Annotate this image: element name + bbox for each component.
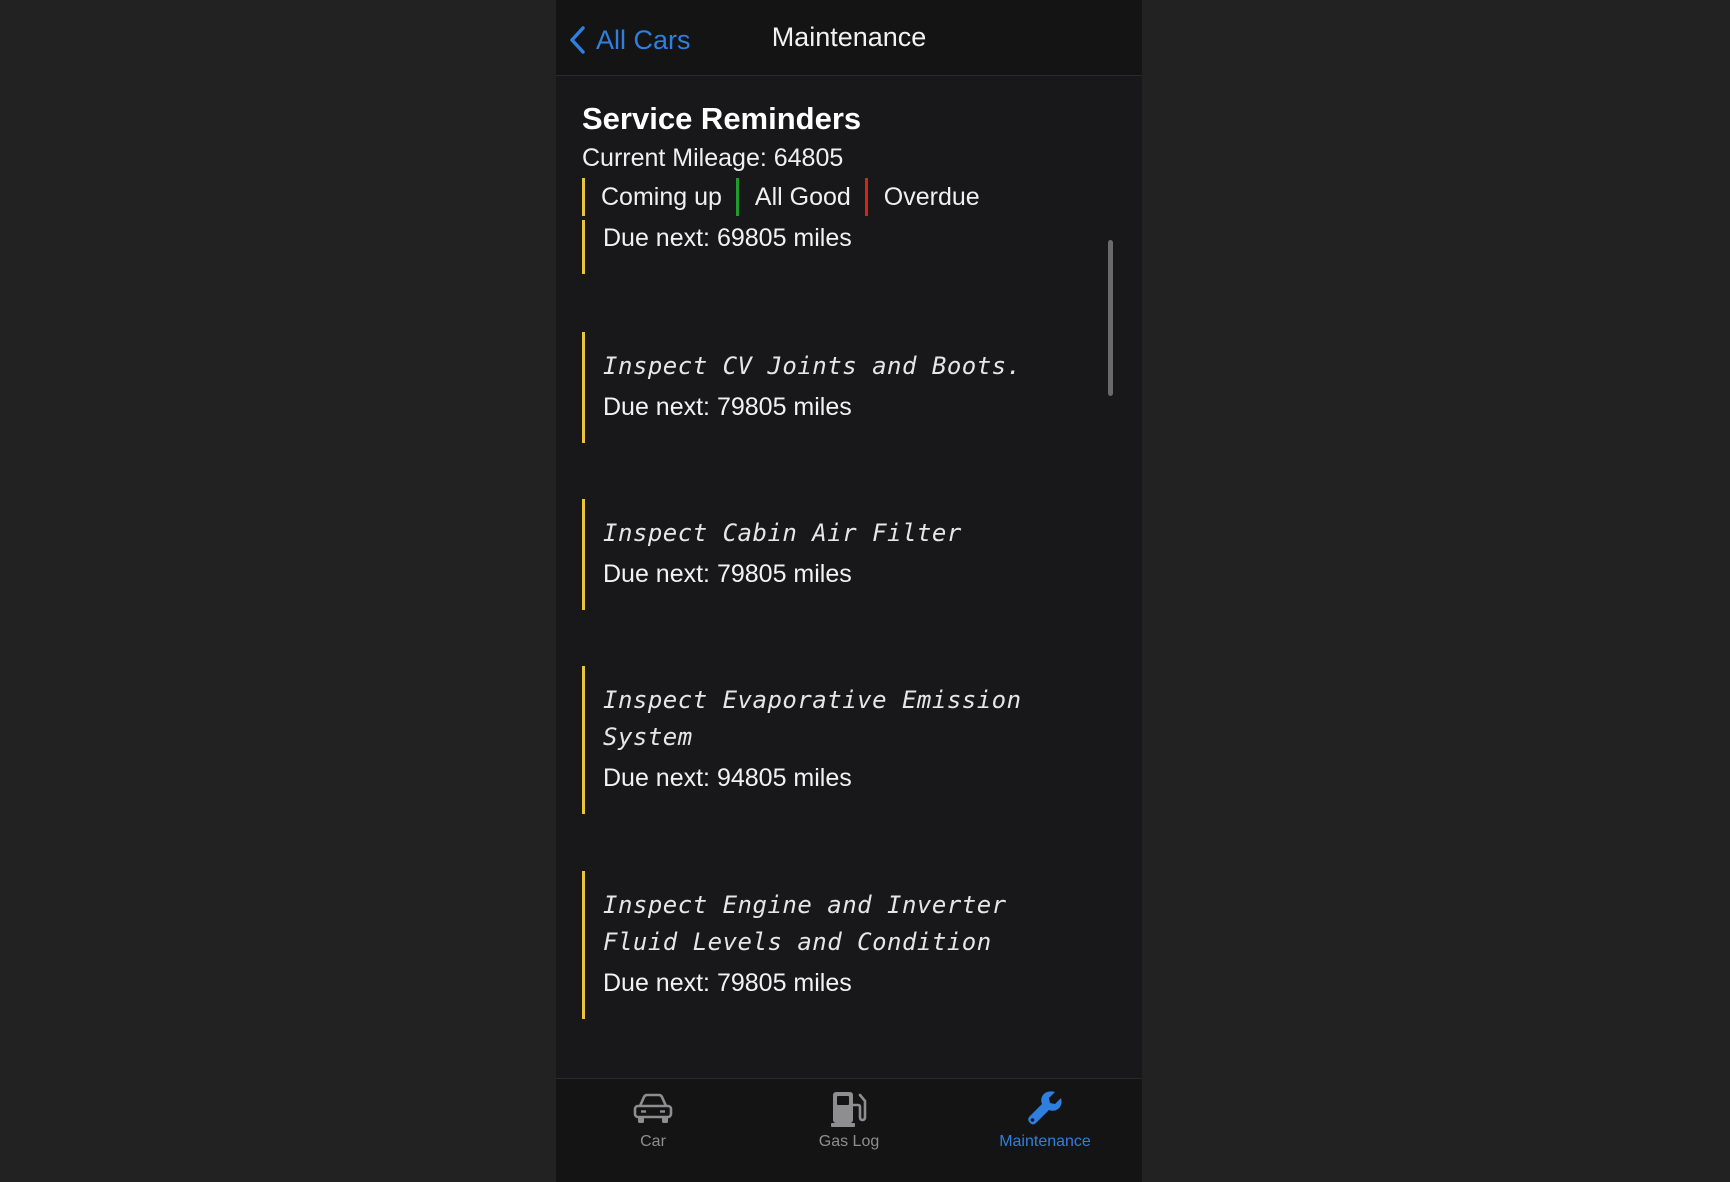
reminder-item[interactable]: Inspect CV Joints and Boots. Due next: 7… <box>582 332 1103 443</box>
reminder-list[interactable]: Due next: 69805 miles Inspect CV Joints … <box>582 220 1103 1070</box>
reminder-item[interactable]: Inspect Engine and Inverter Fluid Levels… <box>582 871 1073 1019</box>
legend-coming-up-swatch <box>582 178 585 216</box>
legend-coming-up-label: Coming up <box>601 182 722 211</box>
car-icon <box>578 1089 728 1129</box>
reminder-title: Inspect Evaporative Emission System <box>603 686 1022 751</box>
reminder-due: Due next: 79805 miles <box>603 560 852 588</box>
reminder-due: Due next: 79805 miles <box>603 969 852 997</box>
reminder-due: Due next: 79805 miles <box>603 393 852 421</box>
reminder-title: Inspect CV Joints and Boots. <box>603 352 1022 380</box>
fuel-pump-icon <box>774 1089 924 1129</box>
app-screen: All Cars Maintenance Service Reminders C… <box>556 0 1142 1182</box>
legend-overdue-swatch <box>864 178 868 216</box>
tab-gas-log[interactable]: Gas Log <box>774 1089 924 1159</box>
legend-overdue-label: Overdue <box>883 182 980 211</box>
tab-car-label: Car <box>640 1133 666 1150</box>
reminders-header: Service Reminders Current Mileage: 64805… <box>582 98 1122 216</box>
legend-coming-up: Coming up <box>582 178 722 216</box>
current-mileage: Current Mileage: 64805 <box>582 144 844 172</box>
reminder-item[interactable]: Inspect Cabin Air Filter Due next: 79805… <box>582 499 1103 610</box>
legend-overdue: Overdue <box>864 178 980 216</box>
legend-all-good: All Good <box>735 178 851 216</box>
tab-maintenance[interactable]: Maintenance <box>970 1089 1120 1159</box>
scrollbar[interactable] <box>1108 240 1113 396</box>
reminder-item[interactable]: Due next: 69805 miles <box>582 220 1103 274</box>
tab-maintenance-label: Maintenance <box>999 1133 1091 1150</box>
nav-title: Maintenance <box>771 22 927 52</box>
reminder-due: Due next: 69805 miles <box>603 224 852 252</box>
wrench-icon <box>970 1089 1120 1129</box>
status-legend: Coming up All Good Overdue <box>582 178 1122 216</box>
reminder-due: Due next: 94805 miles <box>603 764 852 792</box>
section-title: Service Reminders <box>582 101 862 136</box>
legend-all-good-swatch <box>735 178 739 216</box>
tab-bar: Car Gas Log Maintenance <box>556 1078 1142 1182</box>
reminder-item[interactable]: Inspect Evaporative Emission System Due … <box>582 666 1073 814</box>
reminder-title: Inspect Cabin Air Filter <box>603 519 962 547</box>
reminder-title: Inspect Engine and Inverter Fluid Levels… <box>603 891 1007 956</box>
tab-gas-log-label: Gas Log <box>818 1133 880 1150</box>
tab-car[interactable]: Car <box>578 1089 728 1159</box>
navigation-bar: All Cars Maintenance <box>556 0 1142 76</box>
legend-all-good-label: All Good <box>754 182 851 211</box>
